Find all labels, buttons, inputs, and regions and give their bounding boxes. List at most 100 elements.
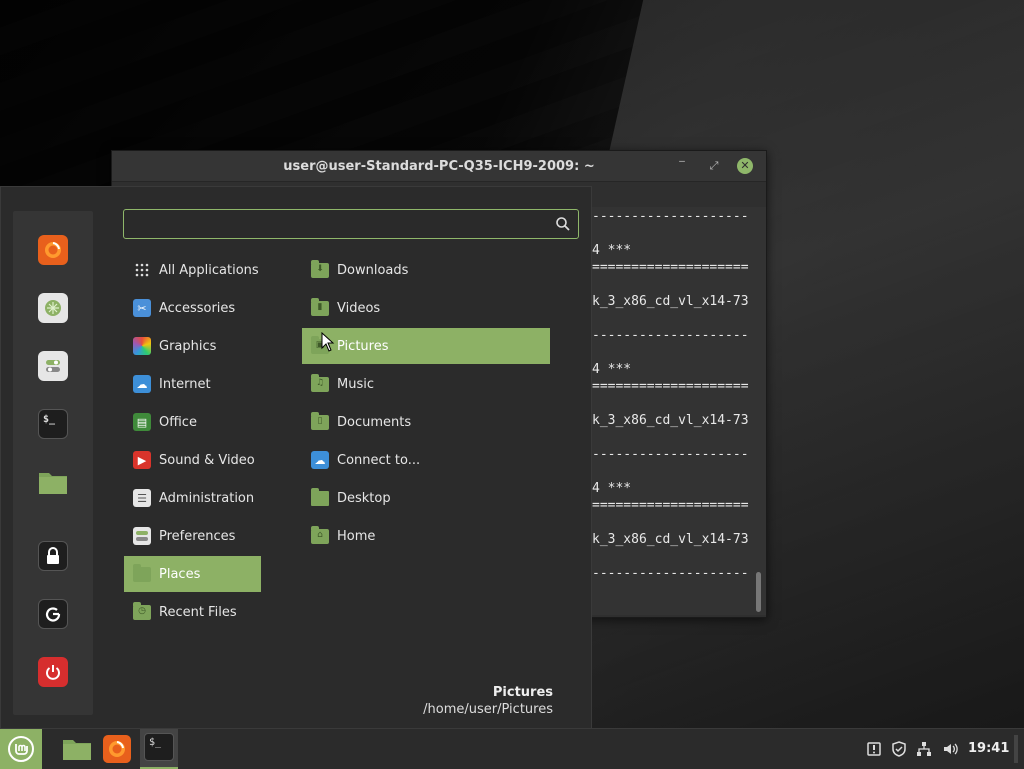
place-videos[interactable]: ▮ Videos [302,290,550,326]
firefox-icon[interactable] [38,235,68,265]
network-icon: ☁ [311,451,329,469]
taskbar-files-launcher[interactable] [62,734,92,764]
application-menu: $_ All Applications ✂ Accessories Graphi… [0,186,592,730]
category-label: Graphics [159,338,217,354]
category-recent-files[interactable]: ◷ Recent Files [124,594,261,630]
place-label: Pictures [337,338,389,354]
documents-folder-icon: ▯ [311,411,329,430]
selected-item-path: /home/user/Pictures [423,702,553,717]
search-input[interactable] [130,214,554,236]
clock[interactable]: 19:41 [968,741,1009,756]
terminal-line: ==================== [592,498,749,513]
terminal-line: 4 *** [592,243,632,258]
mouse-cursor-icon [321,332,335,352]
category-places[interactable]: Places [124,556,261,592]
terminal-line: -------------------- [592,328,749,343]
lock-screen-icon[interactable] [38,541,68,571]
place-label: Videos [337,300,381,316]
terminal-line: 4 *** [592,362,632,377]
category-label: Places [159,566,201,582]
mint-logo-icon [8,736,34,762]
terminal-icon[interactable]: $_ [38,409,68,439]
videos-folder-icon: ▮ [311,297,329,316]
category-administration[interactable]: ☰ Administration [124,480,261,516]
terminal-line: k_3_x86_cd_vl_x14-73 [592,413,749,428]
logout-icon[interactable] [38,599,68,629]
terminal-line: -------------------- [592,447,749,462]
network-icon[interactable] [916,741,932,757]
shutdown-icon[interactable] [38,657,68,687]
category-internet[interactable]: ☁ Internet [124,366,261,402]
terminal-line: ==================== [592,260,749,275]
category-graphics[interactable]: Graphics [124,328,261,364]
office-icon: ▤ [133,413,151,431]
terminal-line: -------------------- [592,209,749,224]
home-folder-icon: ⌂ [311,525,329,544]
category-label: Internet [159,376,211,392]
folder-icon [133,563,151,582]
place-music[interactable]: ♫ Music [302,366,550,402]
place-documents[interactable]: ▯ Documents [302,404,550,440]
recent-files-icon: ◷ [133,601,151,620]
files-icon [63,740,91,760]
show-desktop-button[interactable] [1014,735,1018,763]
category-label: Office [159,414,197,430]
category-sound-video[interactable]: ▶ Sound & Video [124,442,261,478]
taskbar-firefox-launcher[interactable] [103,735,131,763]
category-label: Administration [159,490,255,506]
category-office[interactable]: ▤ Office [124,404,261,440]
graphics-icon [133,337,151,355]
place-label: Connect to... [337,452,421,468]
place-label: Desktop [337,490,391,506]
files-icon[interactable] [38,467,68,497]
category-label: Accessories [159,300,236,316]
category-accessories[interactable]: ✂ Accessories [124,290,261,326]
close-button[interactable]: ✕ [737,158,753,174]
minimize-button[interactable]: ‾ [675,159,689,173]
administration-icon: ☰ [133,489,151,507]
music-folder-icon: ♫ [311,373,329,392]
downloads-folder-icon: ⬇ [311,259,329,278]
terminal-line: 4 *** [592,481,632,496]
taskbar-terminal-window[interactable]: $_ [140,729,178,769]
category-label: Recent Files [159,604,237,620]
firefox-icon [109,741,125,757]
terminal-line: -------------------- [592,566,749,581]
category-preferences[interactable]: Preferences [124,518,261,554]
place-pictures[interactable]: ▣ Pictures [302,328,550,364]
software-manager-icon[interactable] [38,293,68,323]
terminal-scrollbar[interactable] [756,572,761,612]
terminal-line: k_3_x86_cd_vl_x14-73 [592,294,749,309]
taskbar: $_ 19:41 [0,728,1024,769]
category-label: All Applications [159,262,259,278]
update-manager-icon[interactable] [866,741,882,757]
place-connect-to[interactable]: ☁ Connect to... [302,442,550,478]
terminal-line: ==================== [592,379,749,394]
selected-item-name: Pictures [492,685,553,700]
search-box[interactable] [123,209,579,239]
system-settings-icon[interactable] [38,351,68,381]
preferences-icon [133,527,151,545]
favorites-bar: $_ [13,211,93,715]
terminal-titlebar[interactable]: user@user-Standard-PC-Q35-ICH9-2009: ~ ‾… [112,151,766,182]
shield-icon[interactable] [891,741,907,757]
place-desktop[interactable]: Desktop [302,480,550,516]
maximize-button[interactable]: ⤢ [707,159,721,173]
internet-icon: ☁ [133,375,151,393]
terminal-title: user@user-Standard-PC-Q35-ICH9-2009: ~ [283,158,595,174]
place-home[interactable]: ⌂ Home [302,518,550,554]
place-label: Downloads [337,262,409,278]
desktop-folder-icon [311,487,329,506]
terminal-icon: $_ [144,733,174,761]
category-label: Preferences [159,528,236,544]
sound-video-icon: ▶ [133,451,151,469]
menu-button[interactable] [0,729,42,769]
accessories-icon: ✂ [133,299,151,317]
category-all-applications[interactable]: All Applications [124,252,261,288]
terminal-line: k_3_x86_cd_vl_x14-73 [592,532,749,547]
place-label: Music [337,376,374,392]
place-downloads[interactable]: ⬇ Downloads [302,252,550,288]
search-icon [556,217,570,231]
volume-icon[interactable] [942,741,958,757]
grid-icon [133,261,151,279]
